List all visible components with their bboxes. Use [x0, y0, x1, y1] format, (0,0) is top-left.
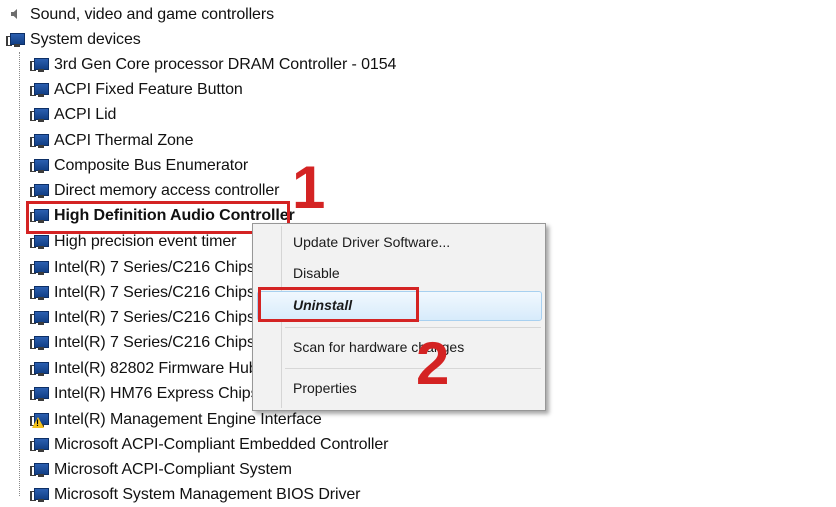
device-item[interactable]: Microsoft ACPI-Compliant System: [30, 458, 292, 482]
device-label: 3rd Gen Core processor DRAM Controller -…: [54, 56, 397, 73]
tree-connector-line: [19, 52, 20, 496]
device-label: Intel(R) Management Engine Interface: [54, 411, 322, 428]
category-sound-video-game[interactable]: Sound, video and game controllers: [6, 3, 274, 27]
category-label: Sound, video and game controllers: [30, 6, 274, 23]
warning-device-icon: !: [30, 411, 50, 429]
device-label: ACPI Thermal Zone: [54, 132, 194, 149]
device-icon: [30, 182, 50, 200]
menu-item-properties[interactable]: Properties: [293, 377, 357, 399]
category-system-devices[interactable]: System devices: [6, 28, 141, 52]
device-icon: [30, 157, 50, 175]
menu-item-update-driver[interactable]: Update Driver Software...: [293, 231, 450, 253]
device-label: Composite Bus Enumerator: [54, 157, 249, 174]
device-label: Intel(R) 7 Series/C216 Chipset: [54, 309, 268, 326]
device-item[interactable]: Intel(R) HM76 Express Chipset: [30, 382, 272, 406]
device-icon: [30, 486, 50, 504]
device-label: Intel(R) 82802 Firmware Hub D: [54, 360, 274, 377]
device-icon: [30, 259, 50, 277]
device-item[interactable]: ACPI Fixed Feature Button: [30, 78, 243, 102]
device-item[interactable]: Intel(R) 7 Series/C216 Chipset: [30, 331, 268, 355]
device-item[interactable]: 3rd Gen Core processor DRAM Controller -…: [30, 53, 396, 77]
device-item[interactable]: Intel(R) 7 Series/C216 Chipset: [30, 306, 268, 330]
device-label: Microsoft ACPI-Compliant Embedded Contro…: [54, 436, 389, 453]
device-icon: [30, 106, 50, 124]
device-label: Direct memory access controller: [54, 182, 280, 199]
device-item-warning[interactable]: ! Intel(R) Management Engine Interface: [30, 408, 322, 432]
device-item[interactable]: Intel(R) 7 Series/C216 Chipset: [30, 256, 268, 280]
highlight-box-selected-device: [26, 201, 290, 234]
menu-item-disable[interactable]: Disable: [293, 262, 340, 284]
menu-separator: [285, 368, 541, 369]
device-label: Intel(R) HM76 Express Chipset: [54, 385, 272, 402]
step-1-callout: 1: [292, 154, 326, 221]
device-icon: [30, 436, 50, 454]
step-2-callout: 2: [416, 330, 450, 397]
speaker-icon: [6, 6, 26, 24]
device-item[interactable]: Microsoft ACPI-Compliant Embedded Contro…: [30, 433, 389, 457]
device-label: ACPI Fixed Feature Button: [54, 81, 243, 98]
device-label: Microsoft System Management BIOS Driver: [54, 486, 361, 503]
device-icon: [30, 334, 50, 352]
device-label: Intel(R) 7 Series/C216 Chipset: [54, 284, 268, 301]
device-icon: [30, 360, 50, 378]
device-label: Microsoft ACPI-Compliant System: [54, 461, 292, 478]
device-item[interactable]: Intel(R) 7 Series/C216 Chipset: [30, 281, 268, 305]
menu-separator: [285, 327, 541, 328]
device-item[interactable]: Composite Bus Enumerator: [30, 154, 248, 178]
device-icon: [30, 56, 50, 74]
device-icon: [30, 233, 50, 251]
device-icon: [30, 385, 50, 403]
device-label: Intel(R) 7 Series/C216 Chipset: [54, 259, 268, 276]
device-item[interactable]: ACPI Thermal Zone: [30, 129, 194, 153]
device-icon: [30, 284, 50, 302]
device-item[interactable]: ACPI Lid: [30, 103, 116, 127]
device-icon: [30, 461, 50, 479]
device-label: High precision event timer: [54, 233, 237, 250]
device-icon: [30, 81, 50, 99]
highlight-box-uninstall: [258, 287, 419, 322]
device-item[interactable]: Direct memory access controller: [30, 179, 280, 203]
device-icon: [30, 309, 50, 327]
category-label: System devices: [30, 31, 141, 48]
device-item[interactable]: Microsoft System Management BIOS Driver: [30, 483, 361, 507]
device-item[interactable]: Intel(R) 82802 Firmware Hub D: [30, 357, 274, 381]
system-devices-icon: [6, 31, 26, 49]
device-label: Intel(R) 7 Series/C216 Chipset: [54, 334, 268, 351]
device-label: ACPI Lid: [54, 106, 117, 123]
device-icon: [30, 132, 50, 150]
